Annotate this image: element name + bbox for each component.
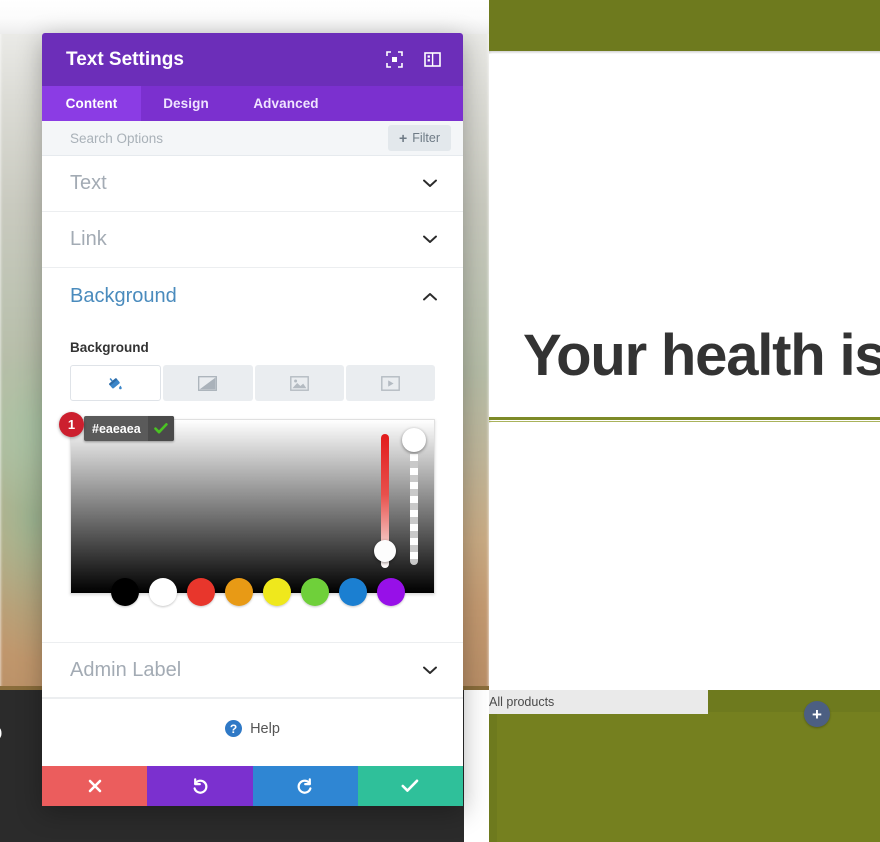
help-label: Help (250, 720, 280, 737)
undo-icon (193, 778, 208, 794)
checkmark-icon (154, 423, 168, 434)
color-picker[interactable]: 1 (59, 412, 435, 606)
page-top-whitespace (0, 0, 489, 34)
swatch-blue[interactable] (339, 578, 367, 606)
help-row[interactable]: ? Help (42, 698, 463, 758)
gradient-icon (198, 375, 218, 391)
footer-olive-inner (497, 712, 880, 842)
chevron-down-icon (423, 179, 437, 187)
swatch-red[interactable] (187, 578, 215, 606)
alpha-slider-handle[interactable] (402, 428, 426, 452)
modal-footer (42, 766, 463, 806)
plus-icon: + (812, 704, 822, 724)
step-badge: 1 (59, 412, 84, 437)
add-module-button[interactable]: + (804, 701, 830, 727)
product-filter-bar[interactable]: All products (489, 690, 708, 714)
filter-button-label: Filter (412, 131, 440, 145)
background-controls: Background 1 #eaeaea (42, 324, 463, 606)
preset-swatches (111, 578, 405, 606)
image-icon (289, 375, 309, 391)
paint-bucket-icon (109, 377, 122, 389)
cancel-button[interactable] (42, 766, 148, 806)
tab-content[interactable]: Content (42, 86, 141, 121)
filter-button[interactable]: + Filter (388, 125, 451, 151)
cta-title: eck o (0, 716, 3, 747)
hex-confirm-button[interactable] (148, 416, 174, 441)
product-filter-label: All products (489, 695, 555, 709)
cta-right-gap (464, 690, 489, 842)
tab-design-label: Design (163, 96, 209, 111)
background-video-tab[interactable] (345, 365, 435, 401)
section-text-label: Text (70, 172, 107, 194)
section-text[interactable]: Text (42, 156, 463, 212)
swatch-yellow[interactable] (263, 578, 291, 606)
background-image-tab[interactable] (254, 365, 344, 401)
chevron-down-icon (423, 235, 437, 243)
modal-titlebar: Text Settings (42, 33, 463, 86)
text-settings-modal: Text Settings Content Design Advanced Se… (42, 33, 463, 806)
background-gradient-tab[interactable] (163, 365, 253, 401)
swatch-orange[interactable] (225, 578, 253, 606)
section-link-label: Link (70, 228, 107, 250)
modal-tabs: Content Design Advanced (42, 86, 463, 121)
section-admin-label[interactable]: Admin Label (42, 642, 463, 698)
background-field-label: Background (70, 340, 149, 355)
save-button[interactable] (357, 766, 463, 806)
background-color-tab[interactable] (70, 365, 162, 401)
section-background-label: Background (70, 284, 177, 307)
saturation-brightness-field[interactable] (71, 420, 434, 593)
swatch-white[interactable] (149, 578, 177, 606)
hex-color-input[interactable] (84, 421, 148, 436)
site-header-band (489, 0, 880, 51)
hero-section: Your health is (489, 54, 880, 417)
tab-content-label: Content (65, 96, 118, 111)
section-admin-label-text: Admin Label (70, 658, 182, 681)
question-mark-icon: ? (225, 720, 243, 737)
focus-icon[interactable] (381, 47, 407, 73)
hero-divider (489, 417, 880, 420)
hex-input-group (84, 416, 174, 441)
section-background[interactable]: Background (42, 268, 463, 324)
alpha-slider[interactable] (410, 440, 418, 565)
search-input[interactable] (70, 130, 389, 146)
redo-icon (297, 778, 312, 794)
undo-button[interactable] (147, 766, 253, 806)
swatch-purple[interactable] (377, 578, 405, 606)
hero-headline: Your health is (523, 323, 880, 388)
tab-design[interactable]: Design (141, 86, 231, 121)
checkmark-icon (401, 779, 419, 792)
layout-panel-icon[interactable] (419, 47, 445, 73)
modal-body: Text Link Background Background 1 #eaeae… (42, 156, 463, 766)
chevron-up-icon (423, 292, 437, 300)
video-icon (380, 375, 400, 391)
hero-divider-thin (489, 421, 880, 422)
swatch-green[interactable] (301, 578, 329, 606)
plus-icon: + (399, 130, 408, 146)
tab-advanced-label: Advanced (253, 96, 319, 111)
tab-advanced[interactable]: Advanced (231, 86, 341, 121)
redo-button[interactable] (252, 766, 358, 806)
section-link[interactable]: Link (42, 212, 463, 268)
modal-title: Text Settings (66, 48, 184, 70)
screenshot-root: Your health is All products + eck o love… (0, 0, 880, 842)
swatch-black[interactable] (111, 578, 139, 606)
hue-slider-handle[interactable] (374, 540, 396, 562)
background-type-tabs (70, 365, 435, 401)
search-row: + Filter (42, 121, 463, 156)
chevron-down-icon (423, 666, 437, 674)
close-icon (88, 779, 101, 793)
